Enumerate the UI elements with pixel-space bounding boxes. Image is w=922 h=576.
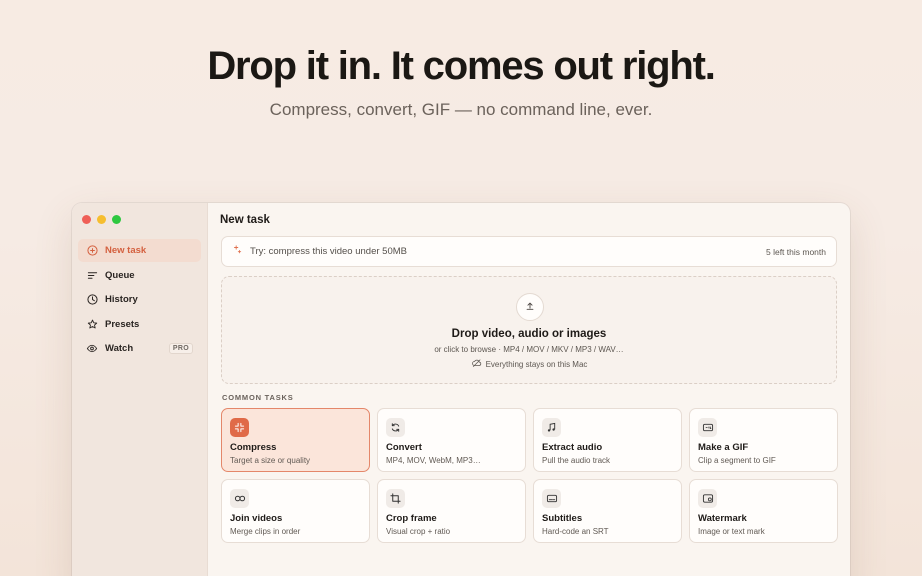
- task-title: Crop frame: [386, 513, 437, 524]
- task-subtitle: MP4, MOV, WebM, MP3…: [386, 456, 481, 465]
- task-title: Extract audio: [542, 442, 603, 453]
- task-subtitle: Hard-code an SRT: [542, 527, 609, 536]
- prompt-input[interactable]: Try: compress this video under 50MB 5 le…: [221, 236, 837, 267]
- sidebar-item-presets[interactable]: Presets: [78, 313, 201, 336]
- task-card-extract-audio[interactable]: Extract audio Pull the audio track: [533, 408, 682, 472]
- task-title: Convert: [386, 442, 422, 453]
- sidebar-item-watch[interactable]: Watch PRO: [78, 337, 201, 360]
- task-card-compress[interactable]: Compress Target a size or quality: [221, 408, 370, 472]
- task-subtitle: Clip a segment to GIF: [698, 456, 776, 465]
- task-card-subtitles[interactable]: Subtitles Hard-code an SRT: [533, 479, 682, 543]
- refresh-icon: [386, 418, 405, 437]
- compress-icon: [230, 418, 249, 437]
- task-subtitle: Pull the audio track: [542, 456, 611, 465]
- dropzone-title: Drop video, audio or images: [451, 328, 607, 340]
- link-icon: [230, 489, 249, 508]
- upload-button[interactable]: [516, 293, 544, 321]
- section-label: COMMON TASKS: [222, 393, 294, 402]
- dropzone-note-text: Everything stays on this Mac: [485, 359, 588, 369]
- sidebar-item-label: History: [105, 294, 138, 305]
- task-card-make-gif[interactable]: Make a GIF Clip a segment to GIF: [689, 408, 838, 472]
- no-cloud-icon: [471, 358, 482, 370]
- sidebar-item-new-task[interactable]: New task: [78, 239, 201, 262]
- sidebar-item-label: New task: [105, 245, 147, 256]
- sidebar-item-label: Watch: [105, 343, 134, 354]
- hero-title: Drop it in. It comes out right.: [207, 44, 715, 88]
- task-subtitle: Visual crop + ratio: [386, 527, 451, 536]
- sparkle-icon: [232, 245, 242, 258]
- window-controls: [82, 215, 121, 224]
- task-title: Watermark: [698, 513, 747, 524]
- task-title: Make a GIF: [698, 442, 749, 453]
- task-title: Subtitles: [542, 513, 583, 524]
- sidebar-item-label: Queue: [105, 269, 135, 281]
- dropzone[interactable]: Drop video, audio or images or click to …: [221, 276, 837, 384]
- upload-icon: [525, 298, 535, 316]
- pro-badge: PRO: [168, 343, 193, 354]
- crop-icon: [386, 489, 405, 508]
- watermark-icon: [698, 489, 717, 508]
- list-icon: [86, 269, 98, 281]
- task-card-join-videos[interactable]: Join videos Merge clips in order: [221, 479, 370, 543]
- task-card-crop-frame[interactable]: Crop frame Visual crop + ratio: [377, 479, 526, 543]
- sidebar-item-history[interactable]: History: [78, 288, 201, 311]
- eye-icon: [86, 343, 98, 355]
- music-note-icon: [542, 418, 561, 437]
- task-card-watermark[interactable]: Watermark Image or text mark: [689, 479, 838, 543]
- task-subtitle: Image or text mark: [698, 527, 765, 536]
- task-subtitle: Merge clips in order: [230, 527, 301, 536]
- quota-label: 5 left this month: [765, 246, 826, 257]
- clock-icon: [86, 294, 98, 306]
- task-grid: Compress Target a size or quality Conver…: [221, 408, 838, 543]
- gif-icon: [698, 418, 717, 437]
- zoom-window-button[interactable]: [112, 215, 121, 224]
- subtitles-icon: [542, 489, 561, 508]
- page-title: New task: [220, 214, 270, 226]
- sidebar-nav: New task Queue History Presets Watch PRO: [78, 239, 201, 362]
- prompt-placeholder: Try: compress this video under 50MB: [250, 246, 407, 257]
- sidebar: New task Queue History Presets Watch PRO: [72, 203, 208, 576]
- main-panel: New task Try: compress this video under …: [209, 203, 850, 576]
- task-subtitle: Target a size or quality: [230, 456, 311, 465]
- task-title: Compress: [230, 442, 277, 453]
- hero-subtitle: Compress, convert, GIF — no command line…: [269, 100, 653, 119]
- sidebar-item-label: Presets: [105, 318, 140, 330]
- task-title: Join videos: [230, 513, 283, 524]
- app-window: New task Queue History Presets Watch PRO…: [72, 203, 850, 576]
- minimize-window-button[interactable]: [97, 215, 106, 224]
- star-icon: [86, 318, 98, 330]
- dropzone-note: Everything stays on this Mac: [222, 358, 836, 370]
- plus-circle-icon: [86, 245, 98, 257]
- task-card-convert[interactable]: Convert MP4, MOV, WebM, MP3…: [377, 408, 526, 472]
- sidebar-item-queue[interactable]: Queue: [78, 264, 201, 287]
- dropzone-subtitle: or click to browse · MP4 / MOV / MKV / M…: [434, 345, 624, 354]
- close-window-button[interactable]: [82, 215, 91, 224]
